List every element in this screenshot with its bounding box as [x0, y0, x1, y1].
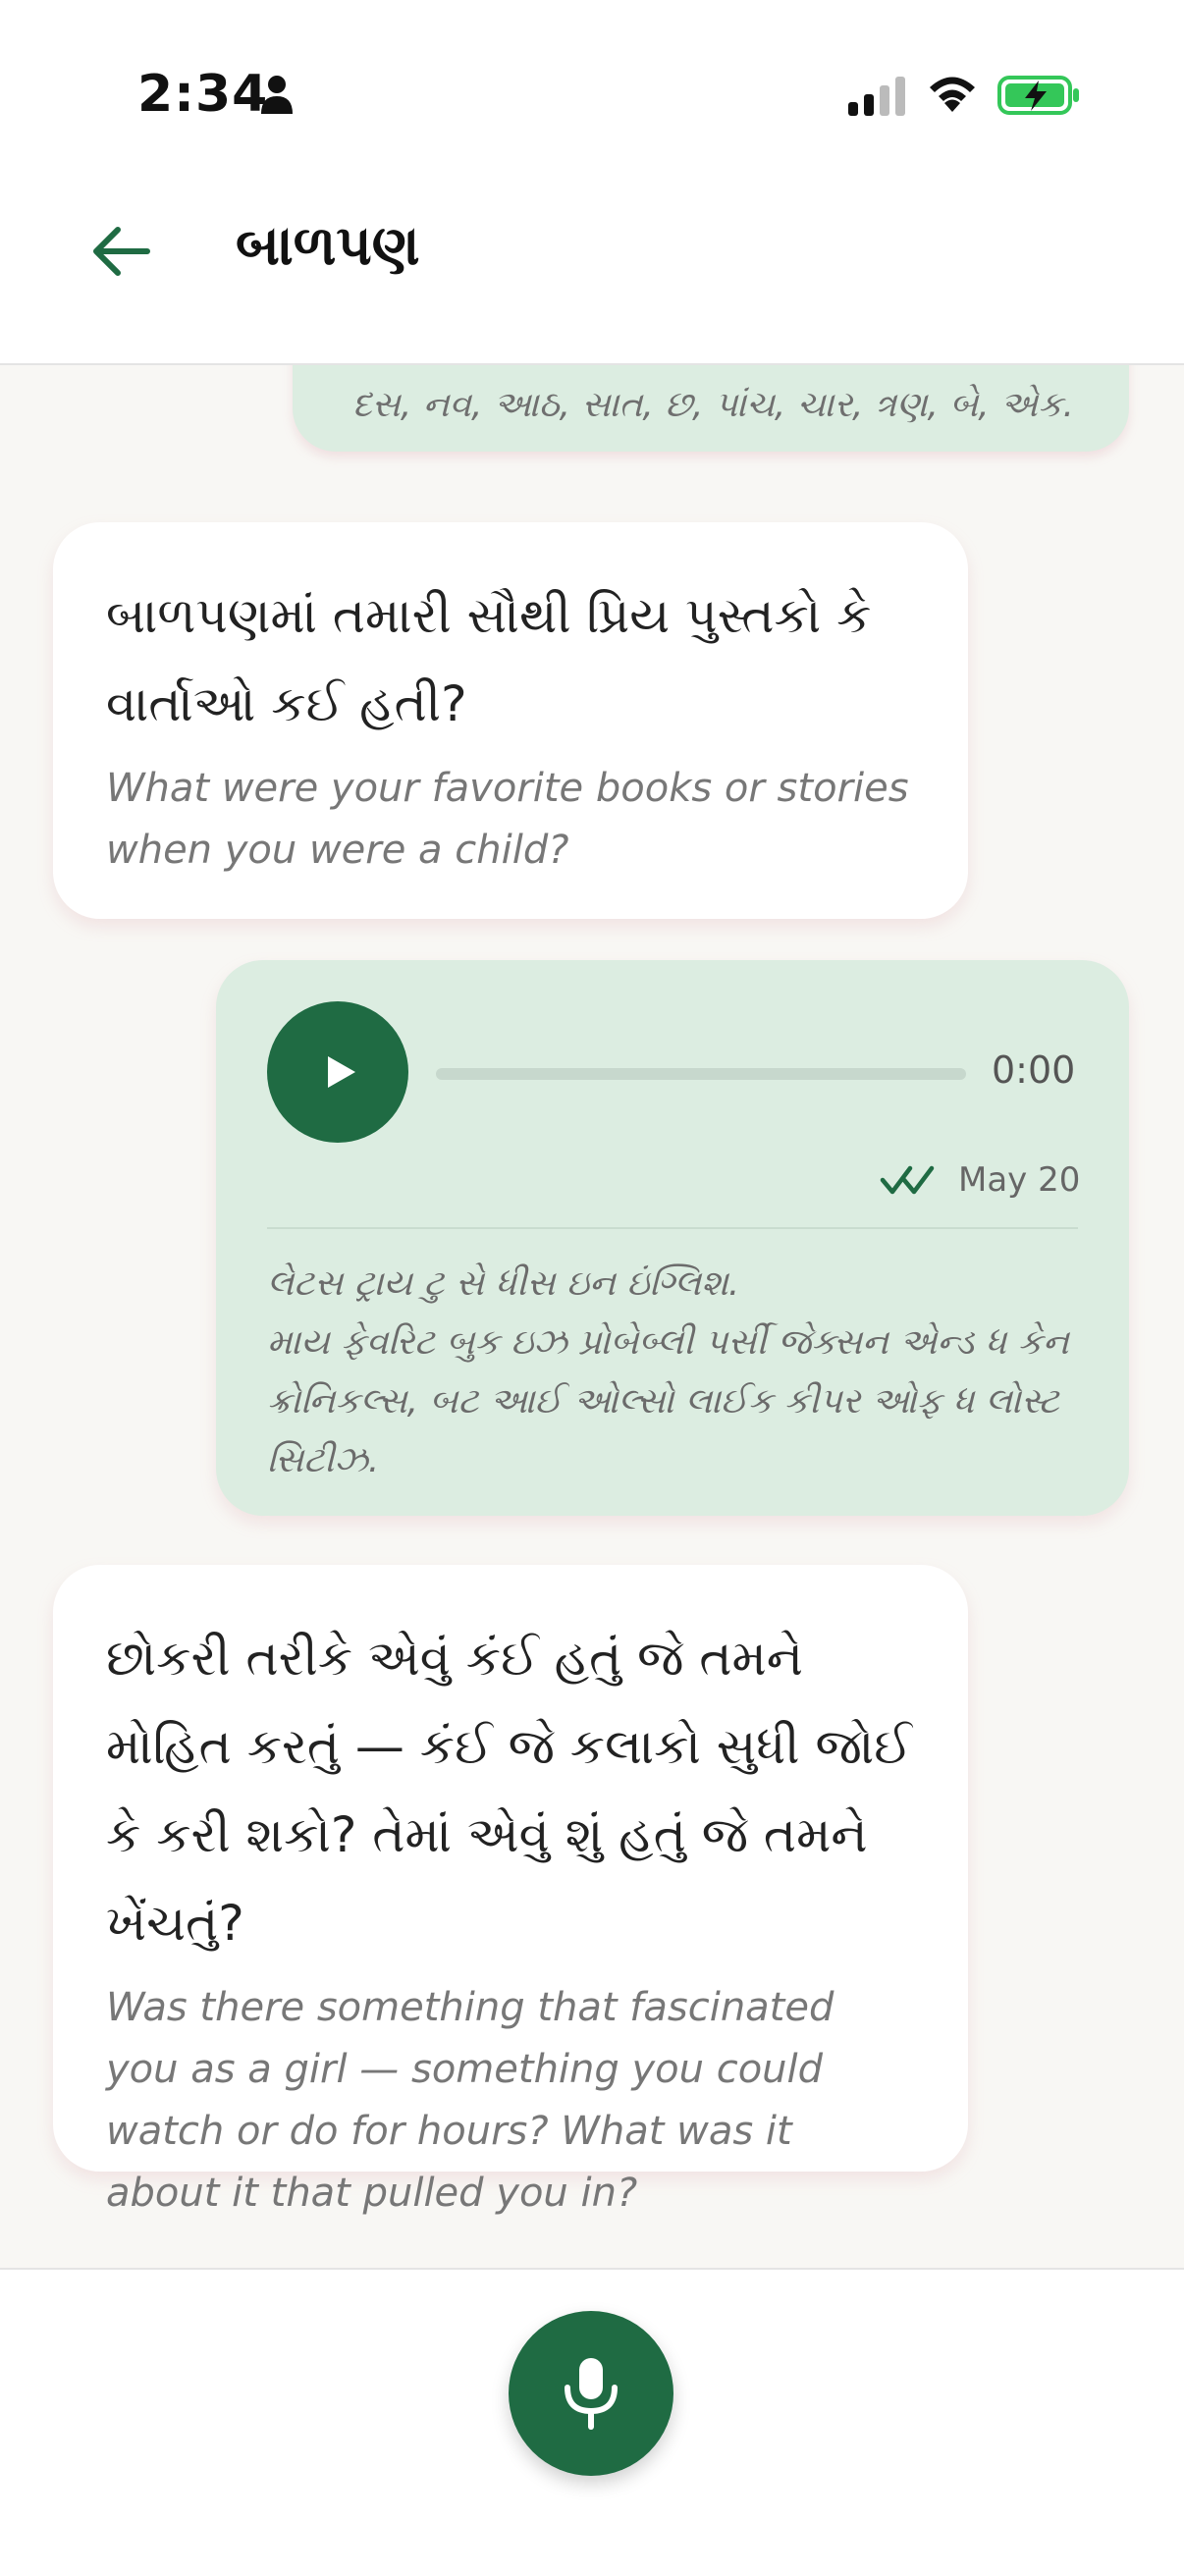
back-arrow-icon[interactable] [90, 222, 155, 281]
play-icon [328, 1056, 355, 1088]
play-button[interactable] [267, 1001, 408, 1143]
double-check-icon [880, 1165, 935, 1195]
record-button[interactable] [509, 2311, 673, 2476]
top-bar: 2:34 બાળપણ [0, 0, 1184, 365]
question-english: What were your favorite books or stories… [106, 766, 909, 873]
question-english: Was there something that fascinated you … [106, 1985, 834, 2216]
message-date: May 20 [958, 1160, 1081, 1200]
transcript-line: લેટસ ટ્રાય ટુ સે ધીસ ઇન ઇંગ્લિશ. [267, 1263, 740, 1304]
previous-answer-bubble: દસ, નવ, આઠ, સાત, છ, પાંચ, ચાર, ત્રણ, બે,… [293, 365, 1129, 452]
question-card: છોકરી તરીકે એવું કંઈ હતું જે તમને મોહિત … [53, 1565, 968, 2216]
battery-charging-icon [997, 76, 1079, 115]
audio-duration: 0:00 [992, 1048, 1076, 1092]
question-gujarati: બાળપણમાં તમારી સૌથી પ્રિય પુસ્તકો કે વાર… [106, 587, 872, 732]
status-time: 2:34 [137, 65, 269, 124]
previous-answer-text: દસ, નવ, આઠ, સાત, છ, પાંચ, ચાર, ત્રણ, બે,… [351, 385, 1074, 425]
person-icon [261, 76, 293, 114]
wifi-icon [930, 77, 975, 112]
audio-answer-bubble: 0:00 May 20 લેટસ ટ્રાય ટુ સે ધીસ ઇન ઇંગ્… [216, 960, 1129, 1516]
question-card: બાળપણમાં તમારી સૌથી પ્રિય પુસ્તકો કે વાર… [53, 522, 968, 919]
question-gujarati: છોકરી તરીકે એવું કંઈ હતું જે તમને મોહિત … [106, 1630, 912, 1952]
transcript-line: માય ફેવરિટ બુક ઇઝ પ્રોબેબ્લી પર્સી જેક્સ… [267, 1322, 1069, 1480]
transcript: લેટસ ટ્રાય ટુ સે ધીસ ઇન ઇંગ્લિશ. માય ફેવ… [267, 1255, 1092, 1490]
microphone-icon [565, 2358, 618, 2430]
cellular-signal-icon [848, 77, 905, 116]
page-title: બાળપણ [236, 214, 420, 278]
audio-progress-track[interactable] [436, 1068, 966, 1080]
divider [267, 1227, 1078, 1229]
chat-area[interactable]: દસ, નવ, આઠ, સાત, છ, પાંચ, ચાર, ત્રણ, બે,… [0, 365, 1184, 2268]
bottom-bar [0, 2268, 1184, 2576]
